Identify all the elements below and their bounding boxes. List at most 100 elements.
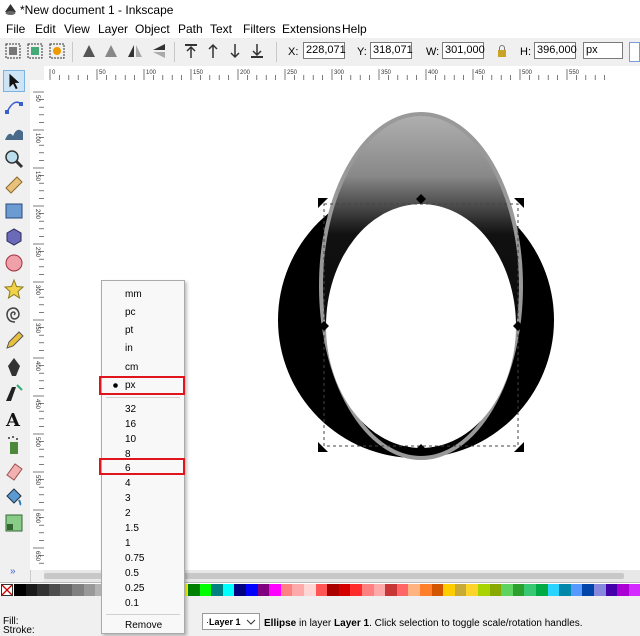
palette-swatch[interactable] xyxy=(617,584,629,596)
menu-help[interactable]: Help xyxy=(342,22,367,36)
palette-swatch[interactable] xyxy=(478,584,490,596)
palette-swatch[interactable] xyxy=(246,584,258,596)
palette-swatch[interactable] xyxy=(454,584,467,596)
rotate-cw-icon[interactable] xyxy=(102,42,120,60)
palette-swatch[interactable] xyxy=(443,584,455,596)
palette-swatch[interactable] xyxy=(257,584,270,596)
palette-swatch[interactable] xyxy=(408,584,420,596)
zoom-tool-icon[interactable] xyxy=(3,148,25,170)
tweak-tool-icon[interactable] xyxy=(3,122,25,144)
menu-edit[interactable]: Edit xyxy=(35,22,56,36)
calligraphy-tool-icon[interactable] xyxy=(3,382,25,404)
spiral-tool-icon[interactable] xyxy=(3,304,25,326)
palette-swatch[interactable] xyxy=(512,584,525,596)
ellipse-tool-icon[interactable] xyxy=(3,252,25,274)
unit-option-mm[interactable]: mm xyxy=(102,287,184,302)
deselect-icon[interactable] xyxy=(48,42,66,60)
palette-swatch[interactable] xyxy=(362,584,374,596)
menu-file[interactable]: File xyxy=(6,22,25,36)
horizontal-ruler[interactable]: 0 50 100 150 200 250 300 350 400 450 500 550 xyxy=(44,66,640,81)
size-option-16[interactable]: 16 xyxy=(102,417,184,432)
menu-text[interactable]: Text xyxy=(210,22,232,36)
w-input[interactable]: 301,000 xyxy=(442,42,485,59)
no-paint-icon[interactable] xyxy=(1,584,13,596)
toolbox-expander[interactable]: » xyxy=(10,566,16,577)
lower-icon[interactable] xyxy=(226,42,244,60)
palette-swatch[interactable] xyxy=(60,584,72,596)
palette-swatch[interactable] xyxy=(594,584,606,596)
palette-swatch[interactable] xyxy=(48,584,61,596)
measure-tool-icon[interactable] xyxy=(3,174,25,196)
size-option-32[interactable]: 32 xyxy=(102,402,184,417)
flip-vertical-icon[interactable] xyxy=(150,42,168,60)
raise-to-top-icon[interactable] xyxy=(182,42,200,60)
palette-swatch[interactable] xyxy=(373,584,386,596)
palette-swatch[interactable] xyxy=(547,584,560,596)
rotate-ccw-icon[interactable] xyxy=(80,42,98,60)
palette-swatch[interactable] xyxy=(234,584,246,596)
menu-path[interactable]: Path xyxy=(178,22,203,36)
select-all-icon[interactable] xyxy=(4,42,22,60)
size-option-10[interactable]: 10 xyxy=(102,432,184,447)
lower-to-bottom-icon[interactable] xyxy=(248,42,266,60)
h-input[interactable]: 396,000 xyxy=(534,42,577,59)
palette-swatch[interactable] xyxy=(222,584,235,596)
size-option-1.5[interactable]: 1.5 xyxy=(102,521,184,536)
eraser-tool-icon[interactable] xyxy=(3,460,25,482)
menu-layer[interactable]: Layer xyxy=(98,22,128,36)
palette-swatch[interactable] xyxy=(466,584,478,596)
raise-icon[interactable] xyxy=(204,42,222,60)
size-option-4[interactable]: 4 xyxy=(102,476,184,491)
size-option-3[interactable]: 3 xyxy=(102,491,184,506)
node-tool-icon[interactable] xyxy=(3,96,25,118)
palette-swatch[interactable] xyxy=(14,584,26,596)
palette-swatch[interactable] xyxy=(327,584,339,596)
palette-swatch[interactable] xyxy=(420,584,432,596)
size-option-2[interactable]: 2 xyxy=(102,506,184,521)
toolbar-overflow[interactable] xyxy=(629,42,640,62)
palette-swatch[interactable] xyxy=(37,584,49,596)
palette-swatch[interactable] xyxy=(292,584,304,596)
palette-swatch[interactable] xyxy=(582,584,594,596)
selector-tool-icon[interactable] xyxy=(3,70,25,92)
palette-swatch[interactable] xyxy=(489,584,502,596)
palette-swatch[interactable] xyxy=(396,584,409,596)
palette-swatch[interactable] xyxy=(338,584,351,596)
flip-horizontal-icon[interactable] xyxy=(126,42,144,60)
palette-swatch[interactable] xyxy=(350,584,362,596)
palette-swatch[interactable] xyxy=(628,584,640,596)
palette-swatch[interactable] xyxy=(431,584,444,596)
palette-swatch[interactable] xyxy=(605,584,618,596)
menu-view[interactable]: View xyxy=(64,22,90,36)
size-option-0.75[interactable]: 0.75 xyxy=(102,551,184,566)
palette-swatch[interactable] xyxy=(315,584,328,596)
layer-visibility-toggle[interactable] xyxy=(186,614,200,632)
palette-swatch[interactable] xyxy=(72,584,84,596)
pen-tool-icon[interactable] xyxy=(3,356,25,378)
gradient-tool-icon[interactable] xyxy=(3,512,25,534)
unit-option-in[interactable]: in xyxy=(102,341,184,356)
x-input[interactable]: 228,071 xyxy=(303,42,346,59)
3d-box-tool-icon[interactable] xyxy=(3,226,25,248)
palette-swatch[interactable] xyxy=(385,584,397,596)
palette-swatch[interactable] xyxy=(304,584,316,596)
palette-swatch[interactable] xyxy=(559,584,571,596)
palette-swatch[interactable] xyxy=(501,584,513,596)
spray-tool-icon[interactable] xyxy=(3,434,25,456)
unit-option-pc[interactable]: pc xyxy=(102,305,184,320)
size-option-0.1[interactable]: 0.1 xyxy=(102,596,184,611)
palette-swatch[interactable] xyxy=(570,584,583,596)
unit-select[interactable]: px xyxy=(583,42,623,59)
palette-swatch[interactable] xyxy=(280,584,293,596)
size-option-1[interactable]: 1 xyxy=(102,536,184,551)
menu-object[interactable]: Object xyxy=(135,22,170,36)
pencil-tool-icon[interactable] xyxy=(3,330,25,352)
palette-swatch[interactable] xyxy=(524,584,536,596)
unit-option-cm[interactable]: cm xyxy=(102,360,184,375)
menu-extensions[interactable]: Extensions xyxy=(282,22,341,36)
remove-option[interactable]: Remove xyxy=(102,618,184,633)
palette-swatch[interactable] xyxy=(25,584,38,596)
text-tool-icon[interactable]: A xyxy=(3,408,25,430)
lock-icon[interactable] xyxy=(496,44,508,58)
palette-swatch[interactable] xyxy=(211,584,223,596)
